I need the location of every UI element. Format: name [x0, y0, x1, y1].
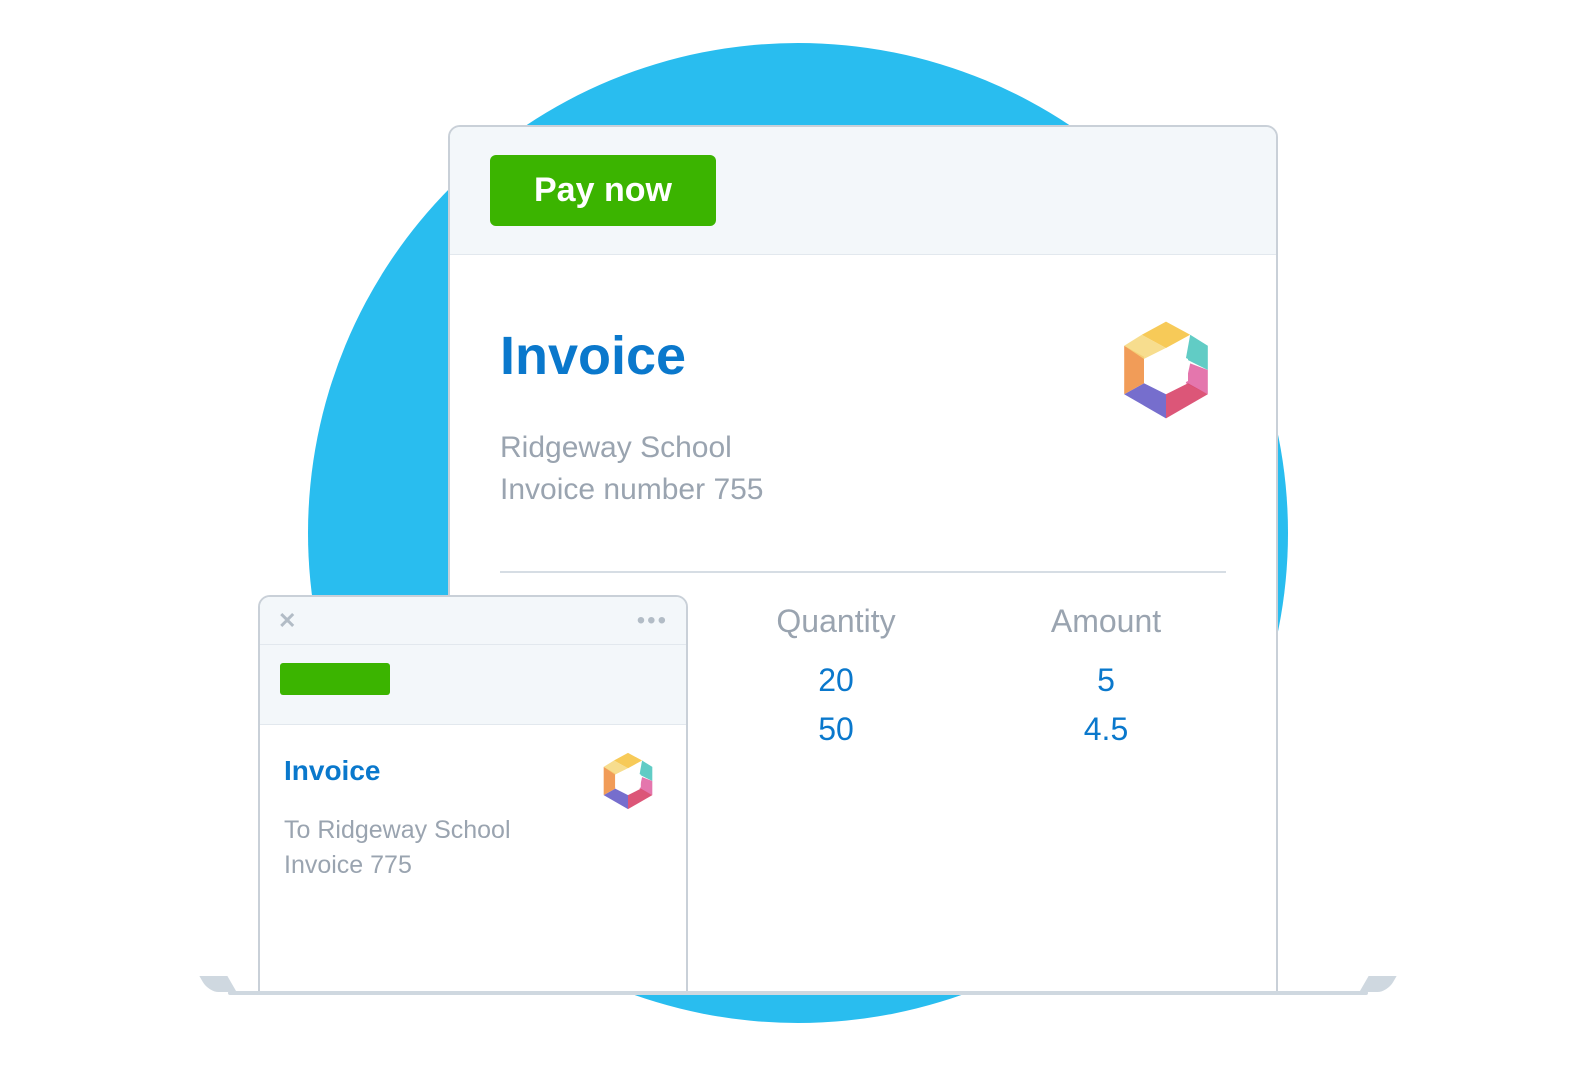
invoice-meta: Ridgeway School Invoice number 755	[500, 427, 1226, 511]
amount-cell: 4.5	[1084, 711, 1128, 748]
pay-now-button[interactable]: Pay now	[490, 155, 716, 226]
quantity-column: Quantity 20 50	[756, 603, 916, 760]
quantity-cell: 50	[818, 711, 854, 748]
amount-column: Amount 5 4.5	[1026, 603, 1186, 760]
desktop-toolbar: Pay now	[450, 127, 1276, 255]
recipient-line: Ridgeway School	[500, 427, 1226, 469]
invoice-meta-mobile: To Ridgeway School Invoice 775	[284, 813, 662, 883]
amount-cell: 5	[1097, 662, 1115, 699]
quantity-cell: 20	[818, 662, 854, 699]
column-header-amount: Amount	[1051, 603, 1161, 640]
column-header-quantity: Quantity	[776, 603, 895, 640]
section-divider	[500, 571, 1226, 573]
recipient-line-mobile: To Ridgeway School	[284, 813, 662, 848]
mobile-titlebar: ✕ •••	[260, 597, 686, 645]
invoice-line-mobile: Invoice 775	[284, 848, 662, 883]
invoice-window-mobile: ✕ ••• Invoice To Ridgeway	[258, 595, 688, 993]
hexagon-logo-icon	[1111, 315, 1221, 425]
invoice-number-line: Invoice number 755	[500, 469, 1226, 511]
more-icon[interactable]: •••	[637, 607, 668, 635]
close-icon[interactable]: ✕	[278, 608, 296, 634]
mobile-toolbar	[260, 645, 686, 725]
device-base-line	[228, 991, 1368, 995]
pay-now-button-mobile[interactable]	[280, 663, 390, 695]
hexagon-logo-icon	[596, 749, 660, 813]
